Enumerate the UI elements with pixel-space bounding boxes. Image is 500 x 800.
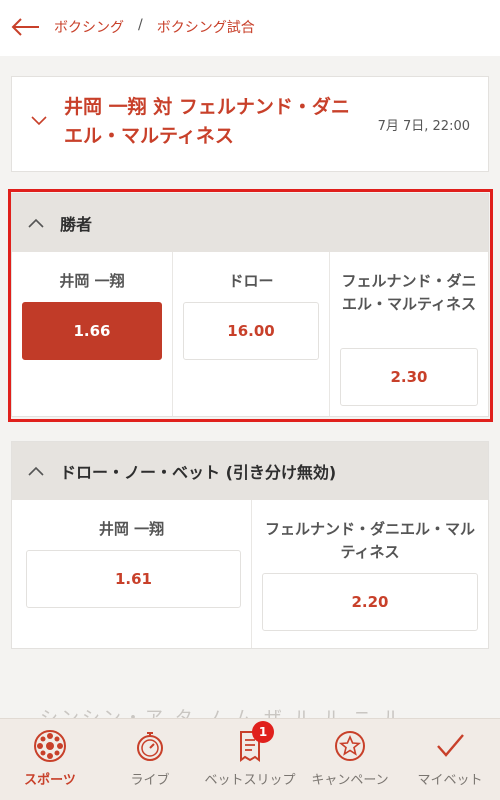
chevron-up-icon: [28, 466, 44, 476]
campaign-star-icon: [335, 731, 365, 761]
chevron-up-icon: [28, 218, 44, 228]
checkmark-icon: [437, 734, 464, 757]
bottom-nav: スポーツ ライブ 1 ベットスリップ キャンペーン マイベット: [0, 718, 500, 800]
nav-label: ベットスリップ: [204, 773, 296, 788]
selection-name: 井岡 一翔: [59, 272, 125, 290]
nav-campaign[interactable]: キャンペーン: [300, 719, 400, 800]
market-title: ドロー・ノー・ベット (引き分け無効): [60, 463, 337, 482]
match-card[interactable]: 井岡 一翔 対 フェルナンド・ダニエル・マルティネス 7月 7日, 22:00: [11, 76, 489, 172]
breadcrumb-boxing[interactable]: ボクシング: [54, 17, 124, 37]
back-button[interactable]: [8, 12, 44, 42]
odds-button[interactable]: 1.61: [26, 550, 241, 608]
odds-button[interactable]: 1.66: [22, 302, 162, 360]
nav-sports[interactable]: スポーツ: [0, 719, 100, 800]
selection-name: フェルナンド・ダニエル・マルティネス: [264, 520, 475, 561]
nav-live[interactable]: ライブ: [100, 719, 200, 800]
nav-betslip[interactable]: 1 ベットスリップ: [200, 719, 300, 800]
breadcrumb-separator: /: [138, 17, 143, 33]
odds-button[interactable]: 2.30: [340, 348, 478, 406]
market-header[interactable]: ドロー・ノー・ベット (引き分け無効): [12, 442, 488, 500]
market-draw-no-bet: ドロー・ノー・ベット (引き分け無効) 井岡 一翔 1.61 フェルナンド・ダニ…: [11, 441, 489, 649]
selection-name: ドロー: [228, 272, 274, 290]
odds-button[interactable]: 2.20: [262, 573, 478, 631]
selection-name: フェルナンド・ダニエル・マルティネス: [341, 272, 477, 313]
live-stopwatch-icon: [137, 732, 163, 761]
selection-column: フェルナンド・ダニエル・マルティネス 2.20: [252, 500, 488, 648]
selection-column: ドロー 16.00: [173, 252, 330, 416]
selection-column: フェルナンド・ダニエル・マルティネス 2.30: [330, 252, 488, 416]
breadcrumb-boxing-match[interactable]: ボクシング試合: [157, 17, 255, 37]
betslip-badge: 1: [252, 721, 274, 743]
nav-label: スポーツ: [24, 773, 76, 788]
market-title: 勝者: [60, 215, 93, 234]
arrow-left-icon: [11, 18, 39, 36]
top-bar: ボクシング / ボクシング試合: [0, 0, 500, 56]
nav-label: マイベット: [417, 773, 483, 788]
selection-name: 井岡 一翔: [98, 520, 165, 538]
nav-mybets[interactable]: マイベット: [400, 719, 500, 800]
market-header[interactable]: 勝者: [12, 194, 488, 252]
match-title: 井岡 一翔 対 フェルナンド・ダニエル・マルティネス: [64, 96, 350, 147]
market-winner: 勝者 井岡 一翔 1.66 ドロー 16.00 フェルナンド・ダニエル・マルティ…: [11, 193, 489, 417]
nav-label: ライブ: [130, 773, 170, 788]
odds-button[interactable]: 16.00: [183, 302, 319, 360]
chevron-down-icon[interactable]: [30, 115, 48, 127]
breadcrumb: ボクシング / ボクシング試合: [54, 17, 255, 37]
sports-ball-icon: [34, 730, 66, 762]
selection-column: 井岡 一翔 1.66: [12, 252, 173, 416]
match-date: 7月 7日, 22:00: [377, 119, 470, 134]
nav-label: キャンペーン: [311, 773, 389, 788]
selection-column: 井岡 一翔 1.61: [12, 500, 252, 648]
